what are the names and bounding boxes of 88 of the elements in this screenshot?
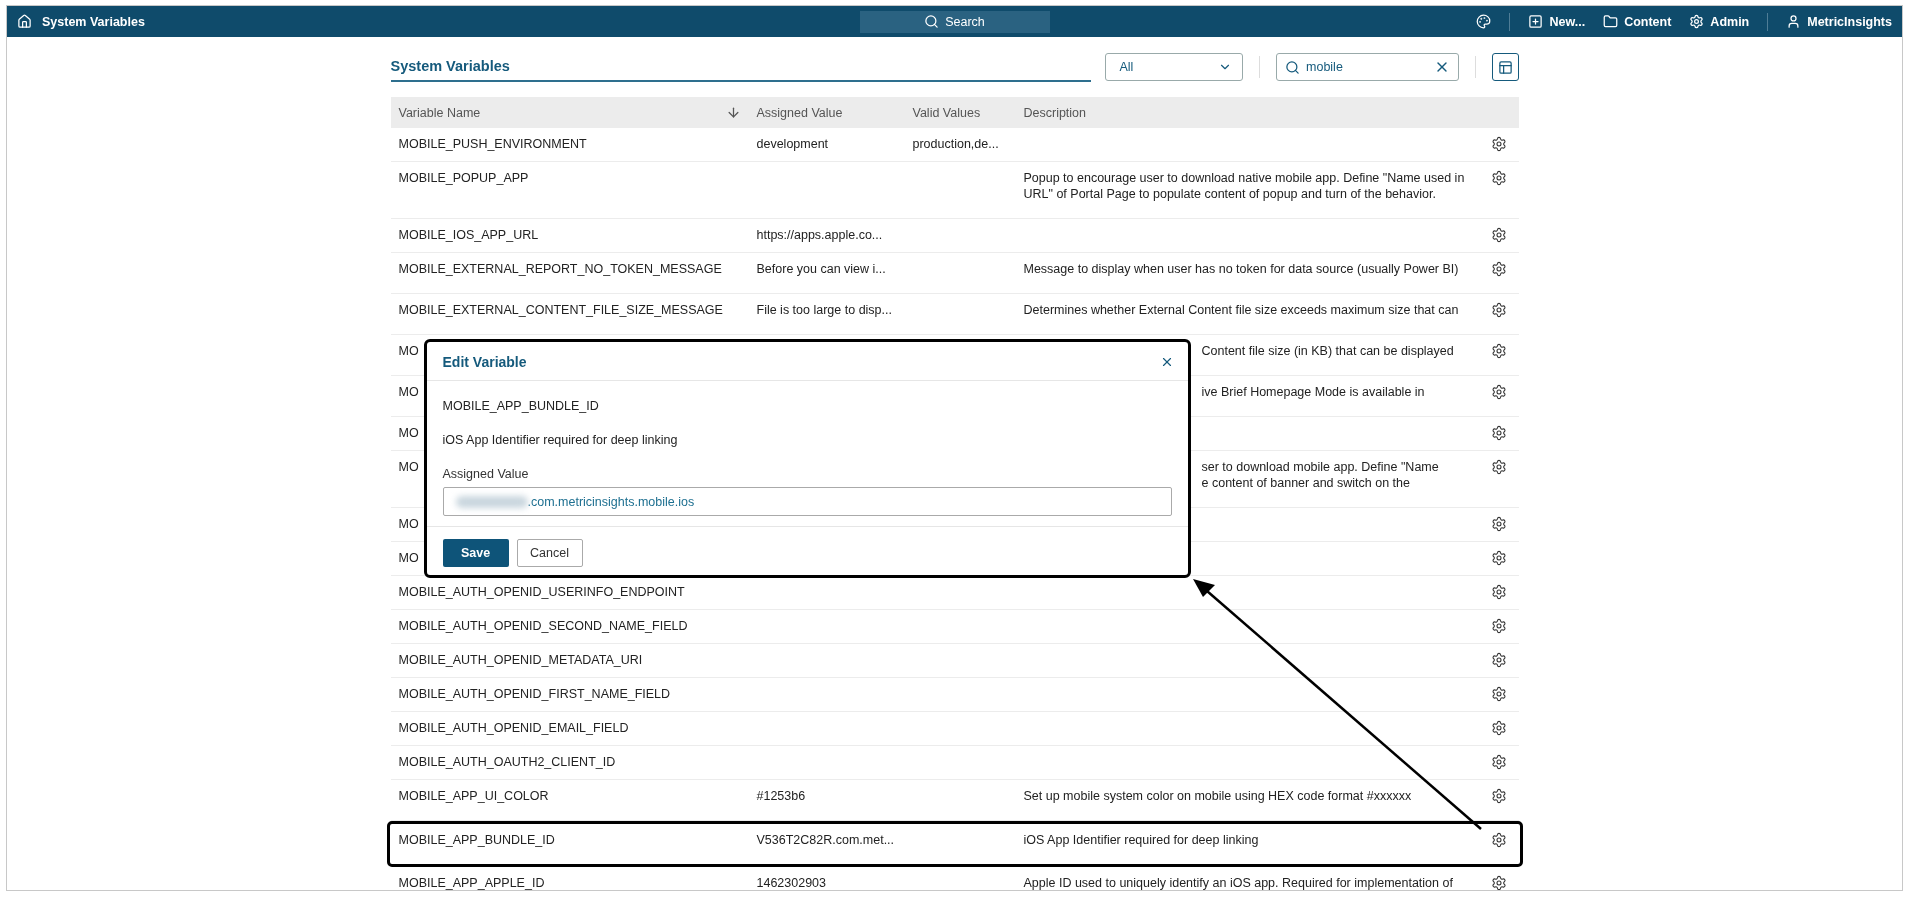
admin-link[interactable]: Admin [1689, 14, 1750, 29]
table-cell: MOBILE_PUSH_ENVIRONMENT [398, 136, 587, 152]
search-icon [924, 14, 940, 29]
search-button[interactable]: Search [859, 10, 1050, 33]
column-header[interactable]: Variable Name [398, 105, 481, 120]
column-header[interactable]: Valid Values [912, 105, 981, 120]
cancel-button[interactable]: Cancel [516, 539, 583, 567]
filter-dropdown[interactable]: All [1104, 53, 1244, 81]
new-link[interactable]: New... [1528, 14, 1586, 29]
table-cell: Content file size (in KB) that can be displayed [1201, 343, 1454, 359]
variable-name: MOBILE_APP_BUNDLE_ID [442, 399, 599, 413]
search-field[interactable]: mobile [1276, 53, 1460, 81]
field-label: Assigned Value [442, 467, 529, 481]
home-icon[interactable] [17, 14, 32, 29]
table-cell: https://apps.apple.co... [756, 227, 883, 243]
settings-icon[interactable] [1490, 170, 1507, 186]
settings-icon[interactable] [1490, 516, 1507, 532]
table-cell: MOBILE_AUTH_OPENID_USERINFO_ENDPOINT [398, 584, 685, 600]
settings-icon[interactable] [1490, 459, 1507, 475]
table-cell: File is too large to disp... [756, 302, 892, 318]
table-cell: Determines whether External Content file size exceeds maximum size that can [1023, 302, 1459, 318]
settings-icon[interactable] [1490, 550, 1507, 566]
settings-icon[interactable] [1490, 384, 1507, 400]
settings-icon[interactable] [1490, 261, 1507, 277]
settings-icon[interactable] [1490, 875, 1507, 890]
table-cell: MO [398, 550, 419, 566]
table-cell: MO [398, 343, 419, 359]
content-link[interactable]: Content [1603, 14, 1672, 29]
column-header[interactable]: Assigned Value [756, 105, 843, 120]
plus-icon [1528, 14, 1544, 29]
settings-icon[interactable] [1490, 343, 1507, 359]
settings-icon[interactable] [1490, 754, 1507, 770]
table-cell: ser to download mobile app. Define "Name e content of banner and switch on the [1201, 459, 1439, 491]
save-button[interactable]: Save [442, 539, 509, 567]
table-cell: development [756, 136, 829, 152]
table-cell: MOBILE_AUTH_OPENID_SECOND_NAME_FIELD [398, 618, 688, 634]
table-cell: MO [398, 425, 419, 441]
table-cell: production,de... [912, 136, 999, 152]
settings-icon[interactable] [1490, 788, 1507, 804]
dialog-title: Edit Variable [442, 354, 527, 370]
settings-icon[interactable] [1490, 618, 1507, 634]
table-cell: MOBILE_AUTH_OAUTH2_CLIENT_ID [398, 754, 616, 770]
user-link[interactable]: MetricInsights [1786, 14, 1892, 29]
settings-icon[interactable] [1490, 832, 1507, 848]
table-cell: MO [398, 384, 419, 400]
table-cell: Before you can view i... [756, 261, 886, 277]
table-cell: MOBILE_IOS_APP_URL [398, 227, 539, 243]
settings-icon[interactable] [1490, 136, 1507, 152]
sort-arrow-icon[interactable] [725, 105, 741, 120]
settings-icon[interactable] [1490, 425, 1507, 441]
search-icon [1285, 59, 1301, 75]
table-cell: MOBILE_AUTH_OPENID_FIRST_NAME_FIELD [398, 686, 671, 702]
table-cell: MOBILE_AUTH_OPENID_EMAIL_FIELD [398, 720, 629, 736]
settings-icon[interactable] [1490, 652, 1507, 668]
table-cell: MO [398, 516, 419, 532]
layout-button[interactable] [1492, 53, 1519, 81]
page-title: System Variables [390, 52, 1091, 82]
settings-icon[interactable] [1490, 720, 1507, 736]
input-field[interactable]: .com.metricinsights.mobile.ios [442, 487, 1172, 516]
table-cell: ive Brief Homepage Mode is available in [1201, 384, 1425, 400]
table-cell: 1462302903 [756, 875, 827, 890]
settings-icon [1689, 14, 1705, 29]
table-cell: V536T2C82R.com.met... [756, 832, 895, 848]
table-cell: MOBILE_APP_APPLE_ID [398, 875, 545, 890]
app-title: System Variables [42, 14, 145, 29]
settings-icon[interactable] [1490, 584, 1507, 600]
table-cell: MOBILE_APP_BUNDLE_ID [398, 832, 555, 848]
table-cell: MOBILE_POPUP_APP [398, 170, 529, 186]
table-cell: MO [398, 459, 419, 475]
folder-icon [1603, 14, 1619, 29]
table-cell: Apple ID used to uniquely identify an iOS app. Required for implementation of [1023, 875, 1453, 890]
settings-icon[interactable] [1490, 302, 1507, 318]
table-cell: MOBILE_APP_UI_COLOR [398, 788, 549, 804]
settings-icon[interactable] [1490, 227, 1507, 243]
table-cell: #1253b6 [756, 788, 806, 804]
table-cell: MOBILE_AUTH_OPENID_METADATA_URI [398, 652, 643, 668]
table-cell: iOS App Identifier required for deep linking [1023, 832, 1259, 848]
user-icon [1786, 14, 1802, 29]
table-cell: MOBILE_EXTERNAL_CONTENT_FILE_SIZE_MESSAGE [398, 302, 723, 318]
table-cell: MOBILE_EXTERNAL_REPORT_NO_TOKEN_MESSAGE [398, 261, 722, 277]
column-header[interactable]: Description [1023, 105, 1087, 120]
layout-icon [1497, 59, 1513, 75]
table-cell-text: Popup to encourage user to download native mobile app. Define "Name used in URL" of Portal Page to populate content of popup and turn of the behavior. [1023, 170, 1466, 202]
palette-icon[interactable] [1476, 14, 1492, 29]
table-cell: Set up mobile system color on mobile using HEX code format #xxxxxx [1023, 788, 1412, 804]
settings-icon[interactable] [1490, 686, 1507, 702]
table-cell: Message to display when user has no token for data source (usually Power BI) [1023, 261, 1459, 277]
variable-description: iOS App Identifier required for deep linking [442, 433, 678, 447]
